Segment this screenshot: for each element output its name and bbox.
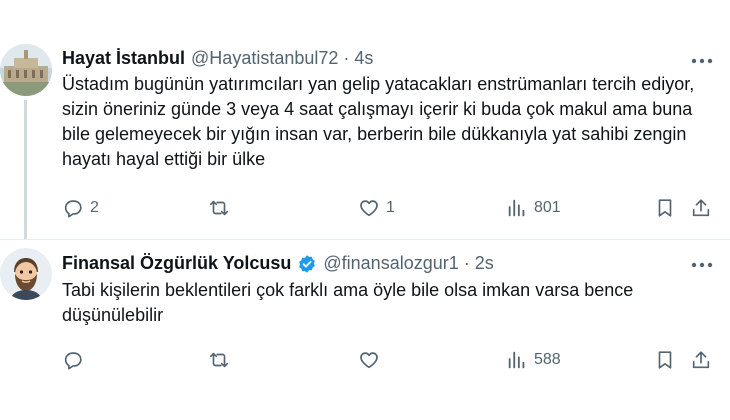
like-button[interactable]: [358, 347, 386, 373]
tweet-header: Finansal Özgürlük Yolcusu @finansalozgur…: [62, 253, 494, 274]
reply-icon: [64, 200, 82, 218]
like-icon: [360, 200, 378, 217]
share-button[interactable]: [690, 347, 712, 373]
views-count: 801: [534, 199, 561, 216]
views-count: 588: [534, 351, 561, 368]
avatar[interactable]: [0, 248, 52, 300]
timestamp[interactable]: 2s: [475, 253, 494, 274]
views-icon: [508, 199, 525, 217]
views-button[interactable]: 801: [506, 195, 561, 221]
user-handle[interactable]: @Hayatistanbul72: [191, 48, 338, 69]
tweet-text: Üstadım bugünün yatırımcıları yan gelip …: [62, 74, 695, 169]
action-bar: 588: [62, 347, 722, 373]
action-bar: 2 1 801: [62, 195, 722, 221]
retweet-icon: [209, 200, 229, 216]
verified-badge-icon: [297, 254, 317, 274]
tweet-text: Tabi kişilerin beklentileri çok farklı a…: [62, 280, 634, 325]
like-icon: [360, 352, 378, 369]
like-button[interactable]: 1: [358, 195, 395, 221]
bookmark-button[interactable]: [654, 347, 676, 373]
tweet-header: Hayat İstanbul @Hayatistanbul72 · 4s: [62, 48, 373, 69]
views-button[interactable]: 588: [506, 347, 561, 373]
reply-button[interactable]: 2: [62, 195, 99, 221]
share-icon: [692, 199, 710, 217]
display-name[interactable]: Hayat İstanbul: [62, 48, 185, 69]
separator-dot: ·: [343, 48, 350, 68]
bookmark-button[interactable]: [654, 195, 676, 221]
tweet-hayat-istanbul[interactable]: Hayat İstanbul @Hayatistanbul72 · 4s Üst…: [0, 0, 730, 240]
reply-icon: [64, 352, 82, 370]
retweet-button[interactable]: [208, 195, 236, 221]
retweet-icon: [209, 352, 229, 368]
share-button[interactable]: [690, 195, 712, 221]
bookmark-icon: [658, 199, 672, 217]
like-count: 1: [386, 199, 395, 216]
share-icon: [692, 351, 710, 369]
reply-button[interactable]: [62, 347, 90, 373]
display-name[interactable]: Finansal Özgürlük Yolcusu: [62, 253, 291, 274]
timestamp[interactable]: 4s: [354, 48, 373, 69]
tweet-finansal-ozgurluk[interactable]: Finansal Özgürlük Yolcusu @finansalozgur…: [0, 240, 730, 420]
separator-dot: ·: [463, 253, 470, 273]
user-handle[interactable]: @finansalozgur1: [323, 253, 458, 274]
more-icon[interactable]: [688, 254, 716, 276]
thread-connector-line: [24, 100, 27, 240]
bookmark-icon: [658, 351, 672, 369]
palace-photo-avatar-icon: [0, 44, 52, 96]
bearded-man-avatar-icon: [0, 248, 52, 300]
retweet-button[interactable]: [208, 347, 236, 373]
reply-count: 2: [90, 199, 99, 216]
avatar[interactable]: [0, 44, 52, 96]
more-icon[interactable]: [688, 50, 716, 72]
views-icon: [508, 351, 525, 369]
